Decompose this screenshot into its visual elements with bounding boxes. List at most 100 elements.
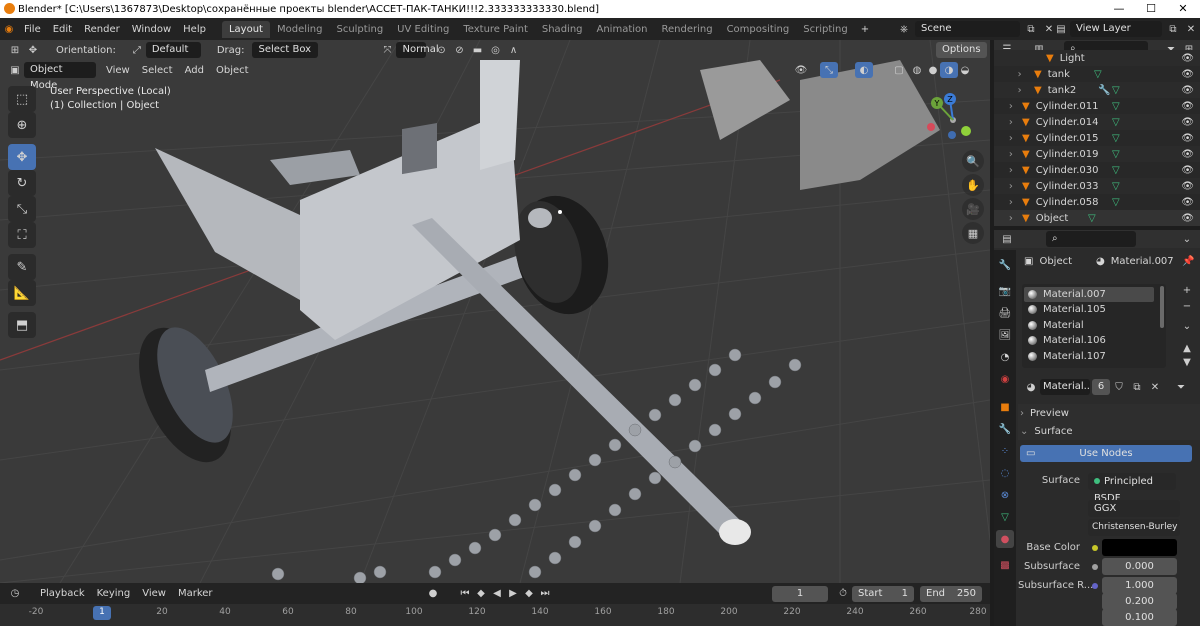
menu-marker[interactable]: Marker bbox=[172, 588, 219, 599]
output-tab-icon[interactable]: 🖨 bbox=[996, 304, 1014, 322]
timeline-editor-type-icon[interactable]: ◷ bbox=[6, 586, 24, 602]
outliner-item[interactable]: › ▼ Cylinder.011 ▽ 👁 bbox=[994, 98, 1200, 114]
view-layer-field[interactable]: View Layer bbox=[1070, 21, 1162, 37]
menu-help[interactable]: Help bbox=[177, 24, 212, 35]
mode-dropdown[interactable]: Object Mode bbox=[24, 62, 96, 91]
tab-rendering[interactable]: Rendering bbox=[654, 21, 719, 38]
menu-playback[interactable]: Playback bbox=[34, 588, 91, 599]
record-icon[interactable]: ● bbox=[424, 586, 442, 602]
current-frame-field[interactable]: 1 bbox=[772, 585, 828, 602]
options-chevron-icon[interactable]: ⌄ bbox=[1178, 231, 1196, 247]
visibility-eye-icon[interactable]: 👁 bbox=[1181, 117, 1194, 128]
outliner-item[interactable]: › ▼ Cylinder.019 ▽ 👁 bbox=[994, 146, 1200, 162]
new-scene-icon[interactable]: ⧉ bbox=[1022, 21, 1040, 37]
outliner-item[interactable]: › ▼ tank2 🔧 ▽ 👁 bbox=[994, 82, 1200, 98]
visibility-eye-icon[interactable]: 👁 bbox=[1181, 165, 1194, 176]
blender-menu-icon[interactable]: ◉ bbox=[0, 21, 18, 37]
unlink-material-icon[interactable]: ✕ bbox=[1146, 379, 1164, 395]
jump-end-icon[interactable]: ⏭ bbox=[536, 586, 554, 602]
visibility-eye-icon[interactable]: 👁 bbox=[1181, 181, 1194, 192]
link-dropdown-icon[interactable]: ⏷ bbox=[1172, 379, 1190, 395]
preview-panel-header[interactable]: › Preview bbox=[1018, 404, 1200, 422]
material-slot-active[interactable]: Material.007 bbox=[1024, 287, 1154, 302]
visibility-eye-icon[interactable]: 👁 bbox=[1181, 69, 1194, 80]
view-layer-tab-icon[interactable]: 🖼 bbox=[996, 326, 1014, 344]
view-layer-icon[interactable]: ▤ bbox=[1052, 21, 1070, 37]
tab-texture-paint[interactable]: Texture Paint bbox=[456, 21, 535, 38]
tab-layout[interactable]: Layout bbox=[221, 20, 270, 38]
browse-material-icon[interactable]: ◕ bbox=[1022, 379, 1040, 395]
ortho-toggle-icon[interactable]: ▦ bbox=[962, 222, 984, 244]
particles-tab-icon[interactable]: ⁘ bbox=[996, 442, 1014, 460]
menu-object[interactable]: Object bbox=[210, 65, 255, 76]
slot-specials-icon[interactable]: ⌄ bbox=[1178, 318, 1196, 334]
surface-shader-field[interactable]: Principled BSDF bbox=[1088, 473, 1176, 504]
pivot-dropdown[interactable]: Normal bbox=[396, 42, 439, 58]
snap-icon[interactable]: ⊘ bbox=[450, 42, 468, 58]
visibility-eye-icon[interactable]: 👁 bbox=[792, 62, 810, 78]
navigation-gizmo[interactable]: Z Y bbox=[920, 90, 980, 150]
orientation-dropdown[interactable]: Default bbox=[145, 42, 201, 58]
rotate-tool-icon[interactable]: ↻ bbox=[8, 170, 36, 196]
render-tab-icon[interactable]: 📷 bbox=[996, 282, 1014, 300]
falloff-icon[interactable]: ∧ bbox=[504, 42, 522, 58]
tool-tab-icon[interactable]: 🔧 bbox=[996, 256, 1014, 274]
menu-select[interactable]: Select bbox=[136, 65, 179, 76]
tab-compositing[interactable]: Compositing bbox=[720, 21, 797, 38]
timeline-ruler[interactable]: -20 1 20 40 60 80 100 120 140 160 180 20… bbox=[0, 604, 990, 626]
material-slot[interactable]: Material.106 bbox=[1024, 333, 1154, 348]
visibility-eye-icon[interactable]: 👁 bbox=[1181, 85, 1194, 96]
material-slot[interactable]: Material bbox=[1024, 318, 1154, 333]
annotate-tool-icon[interactable]: ✎ bbox=[8, 254, 36, 280]
subsurface-value-field[interactable]: 0.000 bbox=[1102, 558, 1177, 575]
use-nodes-button[interactable]: ▭ Use Nodes bbox=[1020, 445, 1192, 462]
end-frame-field[interactable]: End 250 bbox=[920, 585, 982, 602]
options-dropdown[interactable]: Options bbox=[936, 42, 987, 58]
outliner-item[interactable]: › ▼ Cylinder.033 ▽ 👁 bbox=[994, 178, 1200, 194]
add-slot-icon[interactable]: + bbox=[1178, 282, 1196, 298]
menu-keying[interactable]: Keying bbox=[91, 588, 137, 599]
slot-list-scrollbar[interactable] bbox=[1160, 286, 1164, 328]
menu-file[interactable]: File bbox=[18, 24, 47, 35]
outliner-item-active[interactable]: › ▼ Object ▽ 👁 bbox=[994, 210, 1200, 226]
viewport-scene[interactable] bbox=[0, 40, 990, 583]
material-user-count[interactable]: 6 bbox=[1092, 379, 1110, 395]
outliner-item[interactable]: › ▼ Cylinder.015 ▽ 👁 bbox=[994, 130, 1200, 146]
pan-hand-icon[interactable]: ✋ bbox=[962, 174, 984, 196]
material-slot[interactable]: Material.107 bbox=[1024, 349, 1154, 364]
tab-uv-editing[interactable]: UV Editing bbox=[390, 21, 456, 38]
object-tab-icon[interactable]: ■ bbox=[996, 398, 1014, 416]
menu-timeline-view[interactable]: View bbox=[136, 588, 172, 599]
xray-icon[interactable]: ▢ bbox=[890, 62, 908, 78]
move-tool-icon[interactable]: ✥ bbox=[8, 144, 36, 170]
rendered-shading-icon[interactable]: ◒ bbox=[956, 62, 974, 78]
subsurface-radius-z[interactable]: 0.100 bbox=[1102, 609, 1177, 626]
add-cube-tool-icon[interactable]: ⬒ bbox=[8, 312, 36, 338]
tab-scripting[interactable]: Scripting bbox=[796, 21, 854, 38]
transform-tool-icon[interactable]: ⛶ bbox=[8, 222, 36, 248]
fake-user-icon[interactable]: ⛉ bbox=[1110, 379, 1128, 395]
drag-dropdown[interactable]: Select Box bbox=[252, 42, 319, 58]
scale-tool-icon[interactable]: ⤡ bbox=[8, 196, 36, 222]
snap-target-icon[interactable]: ⊙ bbox=[432, 42, 450, 58]
cursor-tool-icon[interactable]: ⊕ bbox=[8, 112, 36, 138]
visibility-eye-icon[interactable]: 👁 bbox=[1181, 133, 1194, 144]
pin-icon[interactable]: 📌 bbox=[1182, 256, 1194, 267]
texture-tab-icon[interactable]: ▩ bbox=[996, 556, 1014, 574]
snap-increment-icon[interactable]: ▬ bbox=[468, 42, 486, 58]
modifier-tab-icon[interactable]: 🔧 bbox=[996, 420, 1014, 438]
add-workspace-button[interactable]: + bbox=[855, 24, 875, 35]
proportional-edit-icon[interactable]: ◎ bbox=[486, 42, 504, 58]
outliner-item[interactable]: › ▼ tank ▽ 👁 bbox=[994, 66, 1200, 82]
start-frame-field[interactable]: Start 1 bbox=[852, 585, 914, 602]
surface-panel-header[interactable]: ⌄ Surface bbox=[1018, 422, 1200, 440]
visibility-eye-icon[interactable]: 👁 bbox=[1181, 149, 1194, 160]
visibility-eye-icon[interactable]: 👁 bbox=[1181, 213, 1194, 224]
subsurface-radius-x[interactable]: 1.000 bbox=[1102, 577, 1177, 594]
overlay-toggle-icon[interactable]: ◐ bbox=[855, 62, 873, 78]
menu-edit[interactable]: Edit bbox=[47, 24, 78, 35]
move-slot-down-icon[interactable]: ▼ bbox=[1178, 354, 1196, 370]
visibility-eye-icon[interactable]: 👁 bbox=[1181, 101, 1194, 112]
duplicate-material-icon[interactable]: ⧉ bbox=[1128, 379, 1146, 395]
tab-modeling[interactable]: Modeling bbox=[270, 21, 330, 38]
